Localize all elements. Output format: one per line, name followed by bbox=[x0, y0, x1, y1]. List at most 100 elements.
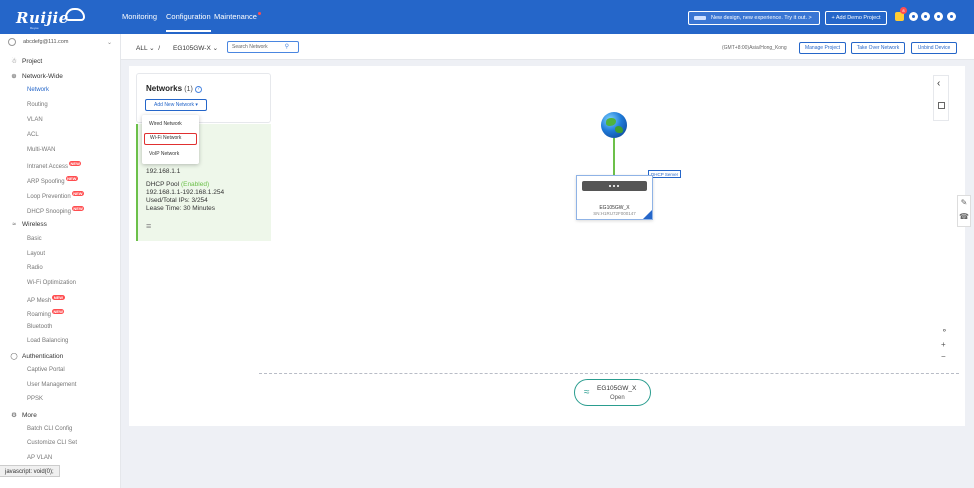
roaming-label: Roaming bbox=[27, 312, 52, 318]
ssid-node[interactable]: ≈ EG105GW_X Open bbox=[574, 379, 651, 406]
section-wireless[interactable]: ≈ Wireless bbox=[10, 221, 47, 228]
network-ip: 192.168.1.1 bbox=[146, 168, 181, 175]
sidebar-item-user-management[interactable]: User Management bbox=[27, 382, 76, 388]
locate-icon[interactable]: ⚬ bbox=[941, 326, 948, 335]
take-over-network-button[interactable]: Take Over Network bbox=[851, 42, 905, 54]
sidebar-item-wifi-optimization[interactable]: Wi-Fi Optimization bbox=[27, 280, 76, 286]
section-more[interactable]: ⚙ More bbox=[10, 411, 37, 419]
help-icon[interactable] bbox=[934, 12, 943, 21]
ssid-security: Open bbox=[610, 395, 625, 401]
scope-selector[interactable]: ALL ⌄ / bbox=[136, 44, 162, 52]
device-serial: SN:H1RU72F000147 bbox=[593, 211, 636, 216]
sidebar-project-label: Project bbox=[22, 58, 43, 65]
add-new-network-button[interactable]: Add New Network ▾ bbox=[145, 99, 207, 111]
top-navigation-bar: Ruijie Reyee Monitoring Configuration Ma… bbox=[0, 0, 974, 34]
search-icon: ⚲ bbox=[284, 44, 289, 50]
sidebar-item-basic[interactable]: Basic bbox=[27, 236, 42, 242]
sidebar-item-batch-cli-config[interactable]: Batch CLI Config bbox=[27, 426, 72, 432]
router-ports bbox=[609, 185, 619, 187]
manage-project-button[interactable]: Manage Project bbox=[799, 42, 846, 54]
wifi-icon: ≈ bbox=[12, 221, 16, 228]
device-selector[interactable]: EG105GW-X ⌄ bbox=[173, 44, 218, 52]
sidebar-item-radio[interactable]: Radio bbox=[27, 265, 43, 271]
dropdown-wired-network[interactable]: Wired Network bbox=[144, 118, 197, 130]
sidebar-item-vlan[interactable]: VLAN bbox=[27, 117, 43, 123]
chevron-down-icon: ⌄ bbox=[149, 45, 155, 52]
sidebar-item-acl[interactable]: ACL bbox=[27, 132, 39, 138]
globe-icon: ⊕ bbox=[11, 73, 17, 80]
sidebar-item-load-balancing[interactable]: Load Balancing bbox=[27, 338, 68, 344]
feedback-icon[interactable]: ✎ bbox=[958, 196, 970, 210]
list-view-icon[interactable] bbox=[938, 102, 945, 109]
sidebar-item-routing[interactable]: Routing bbox=[27, 102, 48, 108]
dhcp-range: 192.168.1.1-192.168.1.254 bbox=[146, 189, 225, 196]
used-total-ips: Used/Total IPs: 3/254 bbox=[146, 197, 208, 204]
section-network-wide[interactable]: ⊕ Network-Wide bbox=[10, 72, 63, 80]
sidebar-item-ap-mesh[interactable]: AP MeshNEW bbox=[27, 295, 65, 304]
dhcp-snooping-label: DHCP Snooping bbox=[27, 209, 71, 215]
nav-monitoring[interactable]: Monitoring bbox=[122, 0, 157, 34]
chevron-down-icon: ⌄ bbox=[107, 40, 113, 46]
uplink-line bbox=[613, 138, 615, 175]
timezone-label: (GMT+8:00)Asia/Hong_Kong bbox=[722, 45, 787, 51]
sidebar-item-network[interactable]: Network bbox=[27, 87, 49, 93]
dhcp-pool-label: DHCP Pool bbox=[146, 181, 180, 188]
help-icon[interactable]: ? bbox=[194, 86, 202, 93]
unbind-device-button[interactable]: Unbind Device bbox=[911, 42, 957, 54]
cloud-logo-icon bbox=[65, 8, 85, 21]
sidebar-item-multi-wan[interactable]: Multi-WAN bbox=[27, 147, 55, 153]
more-icon: ⚙ bbox=[11, 412, 17, 419]
dropdown-voip-network[interactable]: VoIP Network bbox=[144, 148, 197, 160]
sidebar-item-layout[interactable]: Layout bbox=[27, 251, 45, 257]
sidebar-item-loop-prevention[interactable]: Loop PreventionNEW bbox=[27, 191, 85, 200]
zoom-out-icon[interactable]: − bbox=[941, 352, 946, 361]
headset-icon[interactable]: ☎ bbox=[958, 210, 970, 224]
sidebar-item-bluetooth[interactable]: Bluetooth bbox=[27, 324, 52, 330]
sidebar-item-arp-spoofing[interactable]: ARP SpoofingNEW bbox=[27, 176, 78, 185]
selected-check-icon bbox=[643, 210, 652, 219]
context-bar: ALL ⌄ / EG105GW-X ⌄ Search Network ⚲ (GMT… bbox=[121, 34, 974, 60]
floating-tools: ✎ ☎ bbox=[957, 195, 971, 227]
search-network-input[interactable]: Search Network ⚲ bbox=[227, 41, 299, 53]
search-placeholder: Search Network bbox=[232, 44, 268, 50]
sidebar-item-captive-portal[interactable]: Captive Portal bbox=[27, 367, 65, 373]
loop-prevention-label: Loop Prevention bbox=[27, 194, 71, 200]
red-dot-icon bbox=[257, 12, 261, 15]
zoom-in-icon[interactable]: + bbox=[941, 340, 946, 349]
new-badge: NEW bbox=[52, 295, 65, 300]
sidebar-item-ap-vlan[interactable]: AP VLAN bbox=[27, 455, 52, 461]
wifi-icon: ≈ bbox=[584, 387, 590, 398]
chevron-left-icon[interactable]: ‹ bbox=[937, 78, 940, 89]
sidebar-item-ppsk[interactable]: PPSK bbox=[27, 396, 43, 402]
panel-toggle-toolbar: ‹ bbox=[933, 75, 949, 121]
sidebar-item-intranet-access[interactable]: Intranet AccessNEW bbox=[27, 161, 82, 170]
add-demo-project-button[interactable]: + Add Demo Project bbox=[825, 11, 887, 25]
banner-text: New design, new experience. Try it out. … bbox=[711, 15, 812, 21]
arp-spoofing-label: ARP Spoofing bbox=[27, 179, 65, 185]
nav-maintenance[interactable]: Maintenance bbox=[214, 0, 261, 34]
brand-logo[interactable]: Ruijie bbox=[16, 9, 69, 27]
menu-icon[interactable]: ≡ bbox=[146, 221, 151, 231]
user-icon[interactable] bbox=[947, 12, 956, 21]
networks-count: (1) bbox=[184, 86, 193, 93]
section-authentication[interactable]: ◯ Authentication bbox=[10, 352, 63, 360]
sidebar-item-dhcp-snooping[interactable]: DHCP SnoopingNEW bbox=[27, 206, 85, 215]
sidebar-item-customize-cli-set[interactable]: Customize CLI Set bbox=[27, 440, 77, 446]
banner-icon bbox=[694, 16, 706, 20]
dropdown-wifi-network[interactable]: Wi-Fi Network bbox=[144, 133, 197, 145]
gear-icon[interactable] bbox=[909, 12, 918, 21]
section-wireless-label: Wireless bbox=[22, 221, 47, 228]
section-more-label: More bbox=[22, 412, 37, 419]
sidebar-item-roaming[interactable]: RoamingNEW bbox=[27, 309, 65, 318]
scope-label: ALL bbox=[136, 45, 148, 52]
message-icon[interactable] bbox=[921, 12, 930, 21]
chevron-down-icon: ⌄ bbox=[212, 45, 219, 52]
dhcp-enabled-label: (Enabled) bbox=[180, 181, 210, 188]
gateway-device-node[interactable]: EG105GW_X SN:H1RU72F000147 bbox=[576, 175, 653, 220]
nav-configuration[interactable]: Configuration bbox=[166, 0, 211, 32]
new-design-banner[interactable]: New design, new experience. Try it out. … bbox=[688, 11, 820, 25]
sidebar-item-project[interactable]: ☃ Project bbox=[10, 57, 42, 65]
dhcp-pool-status: DHCP Pool (Enabled) bbox=[146, 181, 209, 188]
account-email: abcdefg@111.com bbox=[23, 39, 69, 45]
section-network-wide-label: Network-Wide bbox=[22, 73, 63, 80]
